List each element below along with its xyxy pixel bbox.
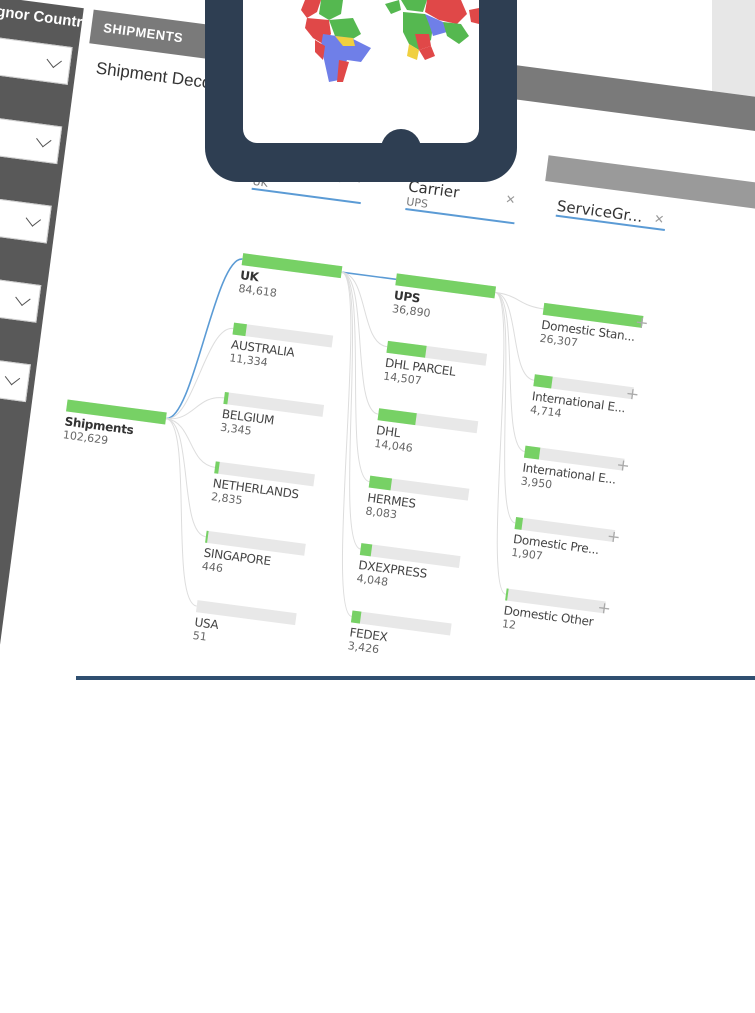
- chevron-down-icon: [4, 369, 21, 386]
- plus-icon[interactable]: +: [634, 312, 650, 333]
- plus-icon[interactable]: +: [606, 526, 622, 547]
- chevron-down-icon: [36, 131, 52, 148]
- phone-home-button: [381, 129, 421, 143]
- plus-icon[interactable]: +: [625, 383, 641, 404]
- node-bar-fill: [523, 445, 541, 460]
- slicer-5[interactable]: [0, 347, 31, 403]
- world-map-image: [243, 0, 479, 82]
- node-bar-fill: [223, 391, 229, 405]
- phone-illustration: [205, 0, 517, 182]
- node-bar-fill: [195, 600, 198, 613]
- slicer-4[interactable]: [0, 268, 42, 323]
- phone-screen: [243, 0, 479, 143]
- chevron-down-icon: [46, 52, 62, 69]
- plus-icon[interactable]: +: [596, 598, 612, 619]
- node-bar-fill: [533, 374, 553, 389]
- slicer-3[interactable]: [0, 189, 52, 244]
- node-bar-fill: [514, 517, 524, 530]
- node-bar-fill: [368, 475, 393, 491]
- node-bar-fill: [505, 588, 509, 601]
- node-bar-fill: [359, 543, 373, 557]
- node-bar-fill: [232, 322, 247, 337]
- node-bar-fill: [205, 530, 209, 543]
- chevron-down-icon: [25, 211, 42, 227]
- filter-pane-title: Consignor Country: [0, 0, 92, 33]
- bottom-accent-line: [76, 676, 755, 680]
- node-bar-fill: [214, 461, 220, 474]
- slicer-2[interactable]: [0, 110, 63, 165]
- node-bar-fill: [350, 610, 362, 624]
- slicer-country[interactable]: [0, 30, 73, 85]
- chevron-down-icon: [15, 290, 31, 307]
- plus-icon[interactable]: +: [615, 455, 631, 476]
